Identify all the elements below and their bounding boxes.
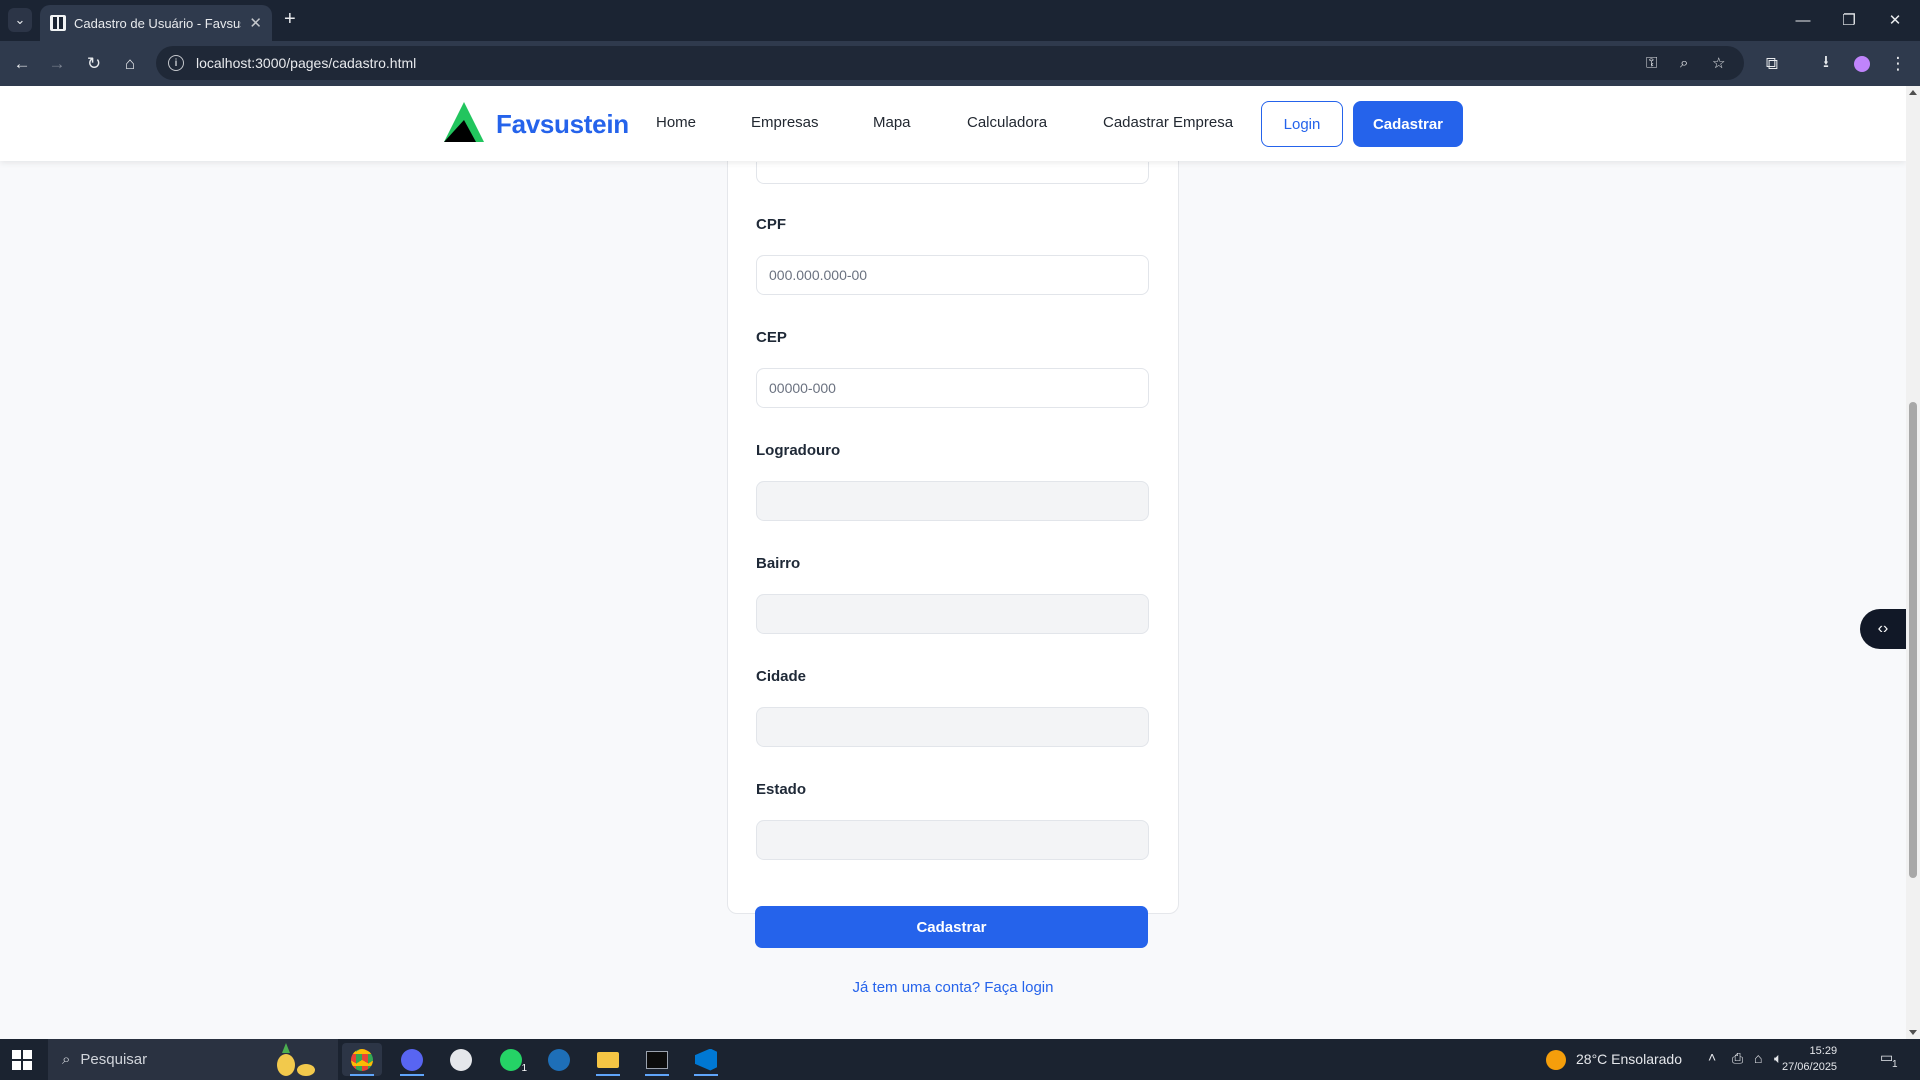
bairro-label: Bairro — [756, 555, 801, 572]
clock-date: 27/06/2025 — [1782, 1061, 1838, 1073]
brand-name: Favsustein — [496, 108, 629, 139]
whatsapp-badge: 1 — [521, 1063, 527, 1074]
minimize-button[interactable]: — — [1780, 0, 1826, 40]
scroll-down-icon[interactable] — [1909, 1030, 1917, 1035]
search-icon: ⌕ — [62, 1051, 71, 1068]
reload-icon[interactable]: ↻ — [80, 50, 108, 78]
code-inspector-icon[interactable]: ‹› — [1860, 609, 1906, 649]
previous-field-input[interactable] — [756, 162, 1149, 184]
taskbar-discord[interactable] — [392, 1043, 432, 1076]
tray-chevron-icon[interactable]: ˄ — [1708, 1049, 1716, 1065]
submit-register-button[interactable]: Cadastrar — [755, 906, 1148, 948]
taskbar-vscode[interactable] — [686, 1043, 726, 1076]
page-viewport: Favsustein Home Empresas Mapa Calculador… — [0, 86, 1906, 1039]
bairro-input[interactable] — [756, 594, 1149, 634]
restore-button[interactable]: ❐ — [1826, 0, 1872, 40]
taskbar-file-explorer[interactable] — [588, 1043, 628, 1076]
zoom-icon[interactable]: ⌕ — [1680, 55, 1688, 72]
nav-home[interactable]: Home — [656, 114, 696, 131]
windows-start-icon[interactable] — [12, 1050, 32, 1070]
tab-title: Cadastro de Usuário - Favsustein — [74, 15, 241, 31]
taskbar-steam[interactable] — [539, 1043, 579, 1076]
taskbar-terminal[interactable] — [637, 1043, 677, 1076]
notification-count: 1 — [1892, 1059, 1898, 1070]
taskbar-app-game[interactable] — [441, 1043, 481, 1076]
browser-tab-active[interactable]: Cadastro de Usuário - Favsustein ✕ — [40, 5, 272, 41]
new-tab-button[interactable]: + — [284, 8, 296, 31]
register-nav-button[interactable]: Cadastrar — [1353, 101, 1463, 147]
address-bar[interactable]: i localhost:3000/pages/cadastro.html ⚿ ⌕… — [156, 46, 1744, 80]
weather-text[interactable]: 28°C Ensolarado — [1576, 1051, 1682, 1067]
login-link[interactable]: Já tem uma conta? Faça login — [727, 979, 1179, 996]
favicon-icon — [50, 15, 66, 31]
logradouro-input[interactable] — [756, 481, 1149, 521]
network-icon[interactable]: ⌂ — [1754, 1050, 1762, 1066]
logo-triangle-icon — [444, 102, 484, 142]
tab-close-icon[interactable]: ✕ — [249, 14, 262, 32]
close-window-button[interactable]: ✕ — [1872, 0, 1918, 40]
nav-empresas[interactable]: Empresas — [751, 114, 819, 131]
cpf-input[interactable] — [756, 255, 1149, 295]
cpf-label: CPF — [756, 216, 786, 233]
menu-dots-icon[interactable]: ⋮ — [1884, 50, 1912, 78]
tab-search-button[interactable]: ⌄ — [8, 8, 32, 32]
meet-now-icon[interactable]: ⎙ — [1732, 1050, 1743, 1067]
system-clock[interactable]: 15:29 27/06/2025 — [1782, 1043, 1837, 1075]
clock-time: 15:29 — [1809, 1045, 1838, 1057]
nav-cadastrar-empresa[interactable]: Cadastrar Empresa — [1103, 114, 1233, 131]
cidade-label: Cidade — [756, 668, 807, 685]
taskbar-search-placeholder: Pesquisar — [80, 1051, 148, 1068]
bookmark-star-icon[interactable]: ☆ — [1712, 54, 1725, 72]
password-key-icon[interactable]: ⚿ — [1646, 55, 1657, 72]
home-icon[interactable]: ⌂ — [116, 50, 144, 78]
browser-tab-strip: ⌄ Cadastro de Usuário - Favsustein ✕ + —… — [0, 0, 1920, 41]
logradouro-label: Logradouro — [756, 442, 841, 459]
scrollbar-thumb[interactable] — [1909, 402, 1917, 878]
url-text: localhost:3000/pages/cadastro.html — [196, 55, 417, 71]
site-info-icon[interactable]: i — [168, 55, 184, 71]
windows-taskbar: ⌕ Pesquisar 1 28°C Ensolarado ˄ ⎙ ⌂ 🔈︎ 1… — [0, 1039, 1920, 1080]
taskbar-whatsapp[interactable]: 1 — [491, 1043, 531, 1076]
extensions-icon[interactable]: ⧉ — [1758, 50, 1786, 78]
page-scrollbar[interactable] — [1906, 86, 1920, 1039]
nav-calculadora[interactable]: Calculadora — [967, 114, 1047, 131]
registration-card: CPF CEP Logradouro Bairro Cidade Estado — [727, 106, 1179, 914]
back-arrow-icon[interactable]: ← — [8, 50, 36, 78]
pineapple-decoration-icon — [277, 1043, 315, 1076]
cep-label: CEP — [756, 329, 787, 346]
cidade-input[interactable] — [756, 707, 1149, 747]
estado-input[interactable] — [756, 820, 1149, 860]
browser-toolbar: ← → ↻ ⌂ i localhost:3000/pages/cadastro.… — [0, 41, 1920, 86]
download-icon[interactable]: ⭳ — [1812, 50, 1840, 78]
forward-arrow-icon[interactable]: → — [43, 50, 71, 78]
profile-avatar[interactable] — [1848, 50, 1876, 78]
cep-input[interactable] — [756, 368, 1149, 408]
site-logo[interactable]: Favsustein — [444, 102, 629, 146]
login-button[interactable]: Login — [1261, 101, 1343, 147]
nav-mapa[interactable]: Mapa — [873, 114, 911, 131]
site-header: Favsustein Home Empresas Mapa Calculador… — [0, 86, 1906, 161]
taskbar-chrome[interactable] — [342, 1043, 382, 1076]
scroll-up-icon[interactable] — [1909, 90, 1917, 95]
estado-label: Estado — [756, 781, 807, 798]
weather-icon[interactable] — [1546, 1050, 1566, 1070]
